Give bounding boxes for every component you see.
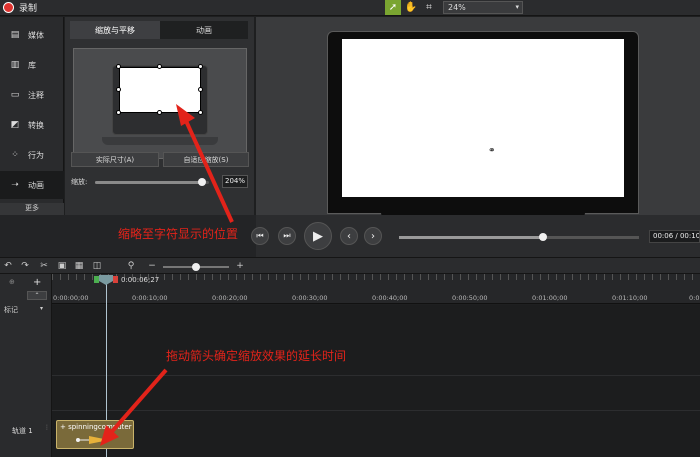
annotation-bottom: 拖动箭头确定缩放效果的延长时间: [166, 349, 347, 363]
annotation-arrow-bottom: [106, 368, 168, 438]
annotation-arrows: [100, 104, 234, 446]
annotation-top: 缩略至字符显示的位置: [118, 227, 239, 241]
annotation-arrowhead-top: [176, 104, 195, 126]
annotation-arrow-top: [180, 111, 234, 223]
